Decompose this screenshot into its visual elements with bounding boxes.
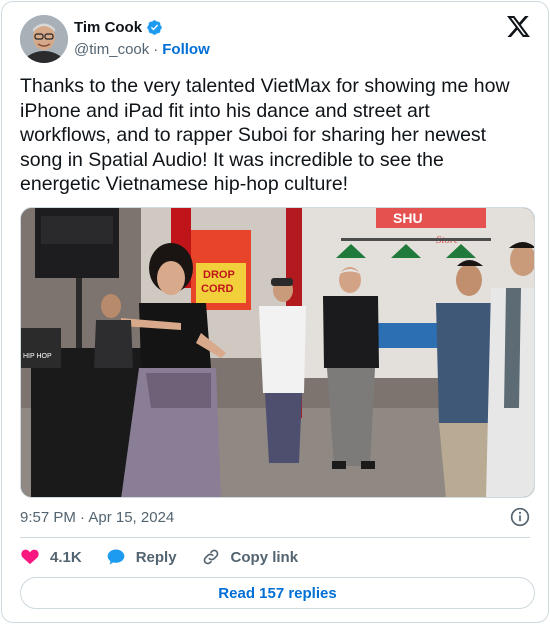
author-name-row: Tim Cook (74, 19, 163, 36)
divider (20, 537, 530, 538)
reply-button[interactable]: Reply (106, 547, 177, 567)
verified-badge-icon (146, 19, 163, 36)
tweet-card: Tim Cook @tim_cook · Follow Thanks to th… (1, 1, 549, 623)
author-handle-row: @tim_cook · Follow (74, 41, 210, 58)
chat-bubble-icon (107, 549, 125, 565)
handle-separator: · (153, 41, 159, 58)
author-handle[interactable]: @tim_cook (74, 41, 149, 58)
author-display-name[interactable]: Tim Cook (74, 19, 142, 36)
poster-text-cord: CORD (201, 283, 233, 295)
box-text: HIP HOP (23, 353, 52, 360)
read-replies-button[interactable]: Read 157 replies (20, 577, 535, 609)
heart-icon (21, 549, 39, 565)
poster-text-drop: DROP (203, 269, 235, 281)
tweet-actions: 4.1K Reply Copy link (20, 546, 322, 568)
tweet-timestamp[interactable]: 9:57 PM · Apr 15, 2024 (20, 509, 174, 526)
tweet-text: Thanks to the very talented VietMax for … (20, 75, 510, 195)
reply-label: Reply (135, 548, 177, 566)
x-logo-icon[interactable] (507, 16, 530, 37)
like-button[interactable]: 4.1K (20, 547, 82, 567)
follow-button[interactable]: Follow (162, 41, 210, 58)
like-count: 4.1K (50, 548, 82, 566)
avatar[interactable] (20, 15, 68, 63)
copy-link-label: Copy link (230, 548, 299, 566)
info-icon[interactable] (510, 507, 530, 527)
shop-sign-text: SHU (393, 210, 423, 226)
link-icon (203, 549, 218, 565)
tweet-video[interactable]: DROP CORD SHU Store HIP HOP (20, 207, 535, 498)
video-scene: DROP CORD SHU Store HIP HOP (21, 208, 534, 497)
copy-link-button[interactable]: Copy link (201, 547, 299, 567)
